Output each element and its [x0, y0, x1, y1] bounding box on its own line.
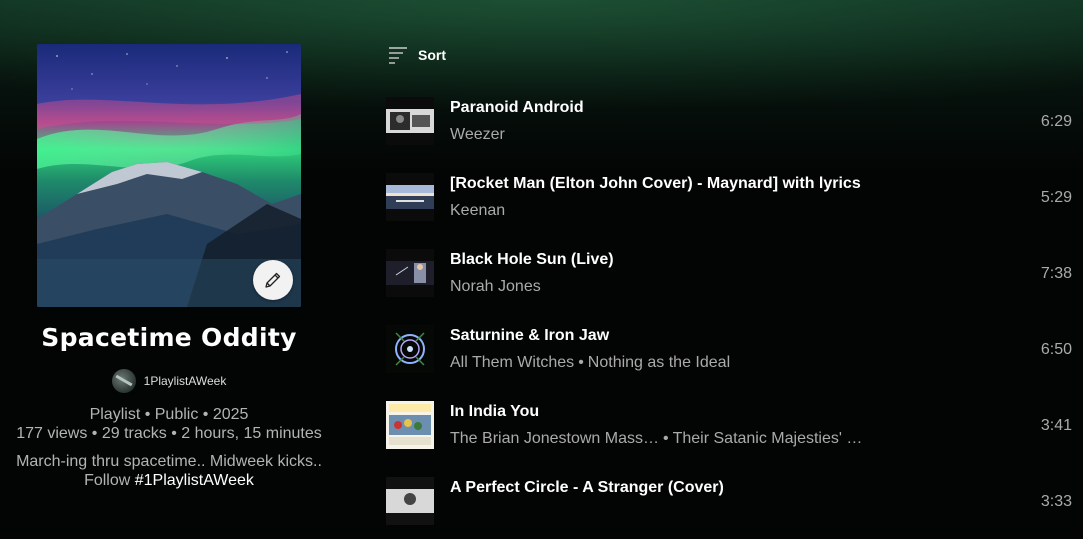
- track-thumbnail[interactable]: [386, 173, 434, 221]
- playlist-header: Spacetime Oddity 1PlaylistAWeek Playlist…: [0, 0, 340, 496]
- playlist-description: March-ing thru spacetime.. Midweek kicks…: [16, 453, 322, 470]
- album-link[interactable]: Their Satanic Majesties' S…: [673, 430, 873, 448]
- hashtag-link[interactable]: #1PlaylistAWeek: [135, 472, 254, 489]
- track-title[interactable]: [Rocket Man (Elton John Cover) - Maynard…: [450, 175, 861, 193]
- track-duration: 5:29: [1040, 189, 1072, 206]
- owner-avatar[interactable]: [111, 369, 136, 393]
- track-artist-album: The Brian Jonestown Mass… • Their Satanic …: [450, 430, 873, 448]
- playlist-owner[interactable]: 1PlaylistAWeek: [0, 369, 338, 393]
- track-row[interactable]: Paranoid Android Weezer 6:29: [386, 83, 1083, 159]
- artist-link[interactable]: Norah Jones: [450, 278, 541, 295]
- separator-dot: •: [578, 354, 584, 371]
- playlist-description-follow: Follow #1PlaylistAWeek: [0, 472, 338, 490]
- track-row[interactable]: In India You The Brian Jonestown Mass… • T…: [386, 387, 1083, 463]
- track-thumbnail[interactable]: [386, 97, 434, 145]
- follow-prefix: Follow: [84, 472, 135, 489]
- track-thumbnail[interactable]: [386, 401, 434, 449]
- track-artist: Weezer: [450, 126, 505, 144]
- track-artist-album: All Them Witches • Nothing as the Ideal: [450, 354, 730, 372]
- separator-dot: •: [662, 430, 669, 447]
- edit-playlist-button[interactable]: [253, 260, 293, 300]
- track-duration: 6:29: [1040, 113, 1072, 130]
- track-title[interactable]: A Perfect Circle - A Stranger (Cover): [450, 479, 724, 497]
- track-artist: Norah Jones: [450, 278, 541, 296]
- track-title[interactable]: Paranoid Android: [450, 99, 584, 117]
- artist-link[interactable]: Weezer: [450, 126, 505, 143]
- track-duration: 3:41: [1040, 417, 1072, 434]
- playlist-title: Spacetime Oddity: [41, 323, 297, 352]
- playlist-meta-stats: 177 views • 29 tracks • 2 hours, 15 minu…: [16, 425, 322, 442]
- artist-link[interactable]: The Brian Jonestown Mass…: [450, 430, 659, 448]
- track-list: Paranoid Android Weezer 6:29 [Rocket Man…: [386, 83, 1083, 539]
- artist-link[interactable]: Keenan: [450, 202, 505, 219]
- owner-name[interactable]: 1PlaylistAWeek: [144, 374, 227, 388]
- track-title[interactable]: In India You: [450, 403, 539, 421]
- track-title[interactable]: Saturnine & Iron Jaw: [450, 327, 609, 345]
- track-duration: 7:38: [1040, 265, 1072, 282]
- track-title[interactable]: Black Hole Sun (Live): [450, 251, 614, 269]
- pencil-icon: [265, 272, 281, 288]
- track-thumbnail[interactable]: [386, 477, 434, 525]
- track-row[interactable]: [Rocket Man (Elton John Cover) - Maynard…: [386, 159, 1083, 235]
- track-artist: Keenan: [450, 202, 505, 220]
- album-link[interactable]: Nothing as the Ideal: [588, 354, 730, 371]
- sort-icon: [389, 47, 407, 64]
- artist-link[interactable]: All Them Witches: [450, 354, 574, 371]
- track-duration: 6:50: [1040, 341, 1072, 358]
- track-thumbnail[interactable]: [386, 325, 434, 373]
- playlist-meta-type: Playlist • Public • 2025: [89, 406, 249, 423]
- track-row[interactable]: Saturnine & Iron Jaw All Them Witches • No…: [386, 311, 1083, 387]
- track-row[interactable]: A Perfect Circle - A Stranger (Cover) 3:…: [386, 463, 1083, 539]
- track-thumbnail[interactable]: [386, 249, 434, 297]
- sort-button[interactable]: Sort: [388, 46, 446, 64]
- track-row[interactable]: Black Hole Sun (Live) Norah Jones 7:38: [386, 235, 1083, 311]
- sort-label: Sort: [418, 47, 446, 63]
